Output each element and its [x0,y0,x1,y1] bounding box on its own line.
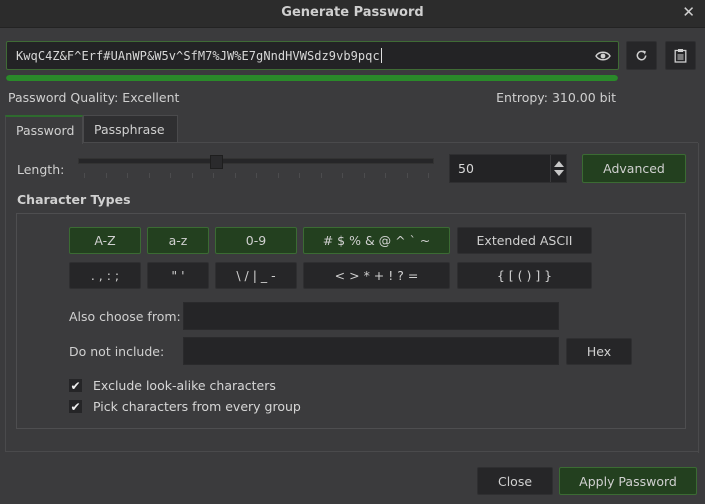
slider-tick [406,173,408,178]
toggle-dashes-slashes[interactable]: \ / | _ - [215,262,297,289]
toggle-math[interactable]: < > * + ! ? = [303,262,450,289]
regenerate-button[interactable] [626,41,657,70]
close-icon[interactable]: ✕ [682,3,695,21]
toggle-punctuation[interactable]: . , : ; [69,262,141,289]
also-choose-label: Also choose from: [69,309,181,324]
slider-tick [342,173,343,178]
spin-up-icon[interactable] [553,161,564,167]
check-icon: ✔ [70,378,81,393]
every-group-label: Pick characters from every group [93,399,301,414]
hex-button[interactable]: Hex [566,338,632,365]
slider-tick [277,173,279,178]
title-bar: Generate Password ✕ [0,0,705,28]
exclude-lookalike-label: Exclude look-alike characters [93,378,276,393]
do-not-include-input[interactable] [183,337,559,365]
clipboard-icon [674,49,687,63]
close-button[interactable]: Close [477,467,553,495]
slider-groove [78,158,434,164]
toggle-numbers[interactable]: 0-9 [215,227,297,254]
refresh-icon [636,50,647,61]
slider-handle[interactable] [210,155,224,169]
slider-tick [127,173,128,178]
entropy-label: Entropy: 310.00 bit [496,90,616,105]
slider-tick [191,173,193,178]
every-group-checkbox-row[interactable]: ✔ Pick characters from every group [69,399,301,414]
slider-tick [256,173,257,178]
toggle-braces[interactable]: { [ ( ) ] } [457,262,592,289]
spin-down-icon[interactable] [553,170,564,176]
password-quality-bar [6,75,618,81]
password-quality-label: Password Quality: Excellent [8,90,180,105]
every-group-checkbox[interactable]: ✔ [69,400,82,413]
toggle-uppercase[interactable]: A-Z [69,227,141,254]
slider-tick [299,173,300,178]
password-text[interactable]: KwqC4Z&F^Erf#UAnWP&W5v^SfM7%JW%E7gNndHVW… [16,48,382,63]
eye-icon[interactable] [595,48,611,64]
slider-ticks [84,173,429,178]
exclude-lookalike-checkbox[interactable]: ✔ [69,379,82,392]
toggle-quotes[interactable]: " ' [147,262,209,289]
advanced-button[interactable]: Advanced [582,154,686,183]
slider-tick [385,173,386,178]
slider-tick [148,173,150,178]
tab-password[interactable]: Password [5,115,83,144]
length-slider[interactable] [78,155,434,181]
slider-tick [105,173,107,178]
do-not-include-label: Do not include: [69,344,165,359]
password-quality-fill [6,75,618,81]
spin-arrows [550,155,566,182]
character-types-title: Character Types [17,192,131,207]
apply-password-button[interactable]: Apply Password [559,467,697,495]
exclude-lookalike-checkbox-row[interactable]: ✔ Exclude look-alike characters [69,378,276,393]
slider-tick [84,173,85,178]
slider-tick [213,173,214,178]
length-label: Length: [17,162,65,177]
length-spinbox[interactable]: 50 [449,154,567,183]
password-value: KwqC4Z&F^Erf#UAnWP&W5v^SfM7%JW%E7gNndHVW… [16,49,380,63]
slider-tick [320,173,322,178]
slider-tick [428,173,429,178]
length-value: 50 [458,161,474,176]
tab-passphrase[interactable]: Passphrase [83,115,178,143]
copy-button[interactable] [665,41,696,70]
toggle-extended-ascii[interactable]: Extended ASCII [457,227,592,254]
window-title: Generate Password [281,5,424,20]
slider-tick [234,173,236,178]
also-choose-input[interactable] [183,302,559,330]
toggle-special-chars[interactable]: # $ % & @ ^ ` ~ [303,227,450,254]
password-input[interactable]: KwqC4Z&F^Erf#UAnWP&W5v^SfM7%JW%E7gNndHVW… [6,41,619,70]
slider-tick [363,173,365,178]
check-icon: ✔ [70,399,81,414]
slider-tick [170,173,171,178]
text-caret [380,48,382,63]
toggle-lowercase[interactable]: a-z [147,227,209,254]
